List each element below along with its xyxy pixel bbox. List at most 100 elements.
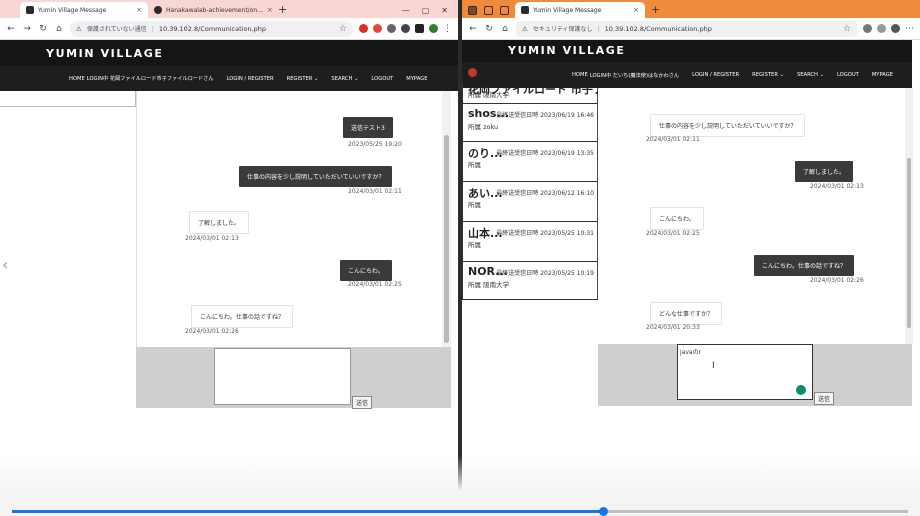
back-arrow-icon[interactable]: ← — [468, 24, 478, 34]
tab-title: Yumin Village Message — [38, 6, 107, 14]
send-button[interactable]: 送信 — [814, 392, 835, 405]
message-thread[interactable]: 仕事の内容を少し説明していただいていいですか？ 2024/03/01 02:11… — [598, 88, 905, 344]
contact-item[interactable]: のり... 最終送受信日時 2023/06/19 13:35 所属 — [462, 142, 597, 182]
reload-icon[interactable]: ↻ — [38, 24, 48, 34]
site-header: YUMIN VILLAGE — [462, 40, 912, 62]
grammarly-icon[interactable] — [796, 385, 806, 395]
bookmark-star-icon[interactable]: ☆ — [339, 24, 347, 34]
tab-title: Hanakawalab-achievement/on... — [166, 6, 263, 14]
chevron-down-icon: ⌄ — [354, 75, 359, 82]
warning-icon: ⚠ — [522, 24, 528, 33]
video-progress-bar[interactable] — [12, 507, 908, 516]
menu-search[interactable]: SEARCH ⌄ — [331, 76, 358, 82]
forward-arrow-icon[interactable]: → — [22, 24, 32, 34]
bookmark-star-icon[interactable]: ☆ — [843, 24, 851, 34]
contact-list-sidebar[interactable] — [0, 91, 136, 107]
page-content: YUMIN VILLAGE HOME LOGIN中 だいち(魔法使)はなかわさん… — [462, 40, 912, 515]
thread-scrollbar[interactable] — [905, 88, 913, 344]
home-icon[interactable]: ⌂ — [500, 24, 510, 34]
menu-home[interactable]: HOME — [69, 76, 85, 82]
tab-actions-icon[interactable] — [500, 5, 509, 15]
contact-list-sidebar[interactable]: 花岡ファイルロード 市子ファ... 所属 阪南大学 shos... 最終送受信日… — [462, 82, 627, 300]
message-timestamp: 2024/03/01 02:26 — [810, 277, 864, 284]
tab-yumin-message[interactable]: Yumin Village Message × — [515, 2, 645, 18]
message-input-area: javaのr I 送信 — [598, 344, 912, 406]
separator: | — [151, 24, 154, 33]
menu-register[interactable]: REGISTER ⌄ — [752, 72, 784, 78]
reload-icon[interactable]: ↻ — [484, 24, 494, 34]
extension-icon[interactable] — [387, 24, 396, 33]
contact-item[interactable]: あい... 最終送受信日時 2023/06/12 16:10 所属 — [462, 182, 597, 222]
page-content: YUMIN VILLAGE HOME LOGIN中 花岡ファイルロード市子ファイ… — [0, 40, 458, 515]
menu-login-register[interactable]: LOGIN / REGISTER — [227, 76, 274, 82]
message-thread[interactable]: 送信テスト3 2023/05/25 19:20 仕事の内容を少し説明していただい… — [136, 91, 442, 347]
message-textarea[interactable] — [214, 348, 351, 405]
site-favicon-icon — [26, 6, 34, 14]
close-icon[interactable]: × — [633, 6, 639, 14]
message-bubble-received: こんにちわ。仕事の話ですね？ — [191, 305, 294, 328]
minimize-icon[interactable]: — — [402, 6, 410, 15]
maximize-icon[interactable]: ▢ — [422, 6, 430, 15]
menu-login-register[interactable]: LOGIN / REGISTER — [692, 72, 739, 78]
menu-mypage[interactable]: MYPAGE — [872, 72, 893, 78]
thread-scrollbar[interactable] — [442, 91, 451, 347]
left-browser-window: Yumin Village Message × Hanakawalab-achi… — [0, 0, 458, 515]
puzzle-icon[interactable] — [401, 24, 410, 33]
send-button[interactable]: 送信 — [352, 396, 373, 409]
tab-github[interactable]: Hanakawalab-achievement/on... × — [148, 2, 272, 18]
collections-icon[interactable] — [891, 24, 900, 33]
scrollbar-thumb[interactable] — [907, 158, 911, 328]
menu-logout[interactable]: LOGOUT — [371, 76, 393, 82]
menu-register-label: REGISTER — [286, 75, 313, 82]
message-timestamp: 2024/03/01 02:13 — [185, 235, 239, 242]
message-textarea[interactable]: javaのr I — [677, 344, 813, 400]
contact-last-message-time: 最終送受信日時 2023/06/12 16:10 — [496, 190, 594, 197]
text-cursor-icon: I — [712, 361, 715, 371]
site-brand[interactable]: YUMIN VILLAGE — [46, 47, 163, 60]
extension-icon[interactable] — [359, 24, 368, 33]
message-bubble-received: 了解しました。 — [189, 211, 250, 234]
menu-home[interactable]: HOME — [572, 72, 588, 78]
menu-mypage[interactable]: MYPAGE — [406, 76, 427, 82]
message-timestamp: 2024/03/01 02:11 — [646, 136, 700, 143]
extension-icon[interactable] — [863, 24, 872, 33]
warning-icon: ⚠ — [76, 24, 82, 33]
more-menu-icon[interactable]: ⋮ — [443, 24, 452, 34]
menu-register[interactable]: REGISTER ⌄ — [287, 76, 319, 82]
chevron-left-icon[interactable]: ‹ — [2, 255, 8, 274]
more-menu-icon[interactable]: ⋯ — [905, 24, 914, 34]
address-bar[interactable]: ⚠ 保護されていない通信 | 10.39.102.8/Communication… — [70, 20, 353, 37]
favorites-icon[interactable] — [877, 24, 886, 33]
close-window-icon[interactable]: ✕ — [441, 6, 448, 15]
message-bubble-received: どんな仕事ですか？ — [650, 302, 723, 325]
url-text: 10.39.102.8/Communication.php — [158, 24, 267, 33]
extensions-area: ⋮ — [359, 24, 452, 34]
tab-yumin-message[interactable]: Yumin Village Message × — [20, 2, 148, 18]
contact-item[interactable]: 山本... 最終送受信日時 2023/05/25 10:31 所属 — [462, 222, 597, 262]
menu-search[interactable]: SEARCH ⌄ — [797, 72, 824, 78]
profile-avatar[interactable] — [429, 24, 438, 33]
message-bubble-sent: こんにちわ。 — [340, 260, 393, 281]
menu-logout[interactable]: LOGOUT — [837, 72, 859, 78]
new-tab-icon[interactable]: + — [272, 2, 293, 18]
workspaces-icon[interactable] — [484, 5, 493, 15]
back-arrow-icon[interactable]: ← — [6, 24, 16, 34]
extensions-area: ⋯ — [863, 24, 914, 34]
address-bar[interactable]: ⚠ セキュリティ保護なし | 10.39.102.8/Communication… — [516, 20, 857, 37]
url-text: 10.39.102.8/Communication.php — [604, 24, 712, 33]
extension-icon[interactable] — [373, 24, 382, 33]
contact-item[interactable]: 花岡ファイルロード 市子ファ... 所属 阪南大学 — [462, 82, 627, 104]
contact-item[interactable]: shos... 最終送受信日時 2023/06/19 16:46 所属 zoku — [462, 104, 597, 142]
home-icon[interactable]: ⌂ — [54, 24, 64, 34]
chevron-down-icon: ⌄ — [779, 72, 784, 78]
site-brand[interactable]: YUMIN VILLAGE — [508, 44, 625, 57]
sidebar-icon[interactable] — [415, 24, 424, 33]
contact-item[interactable]: NOR... 最終送受信日時 2023/05/25 10:19 所属 阪南大学 — [462, 262, 597, 300]
contact-org: 所属 阪南大学 — [468, 281, 510, 289]
new-tab-icon[interactable]: + — [645, 2, 666, 18]
scrollbar-thumb[interactable] — [444, 135, 449, 343]
message-timestamp: 2024/03/01 02:25 — [348, 281, 402, 288]
separator: | — [597, 24, 600, 33]
profile-icon[interactable] — [468, 5, 477, 15]
close-icon[interactable]: × — [136, 6, 142, 14]
